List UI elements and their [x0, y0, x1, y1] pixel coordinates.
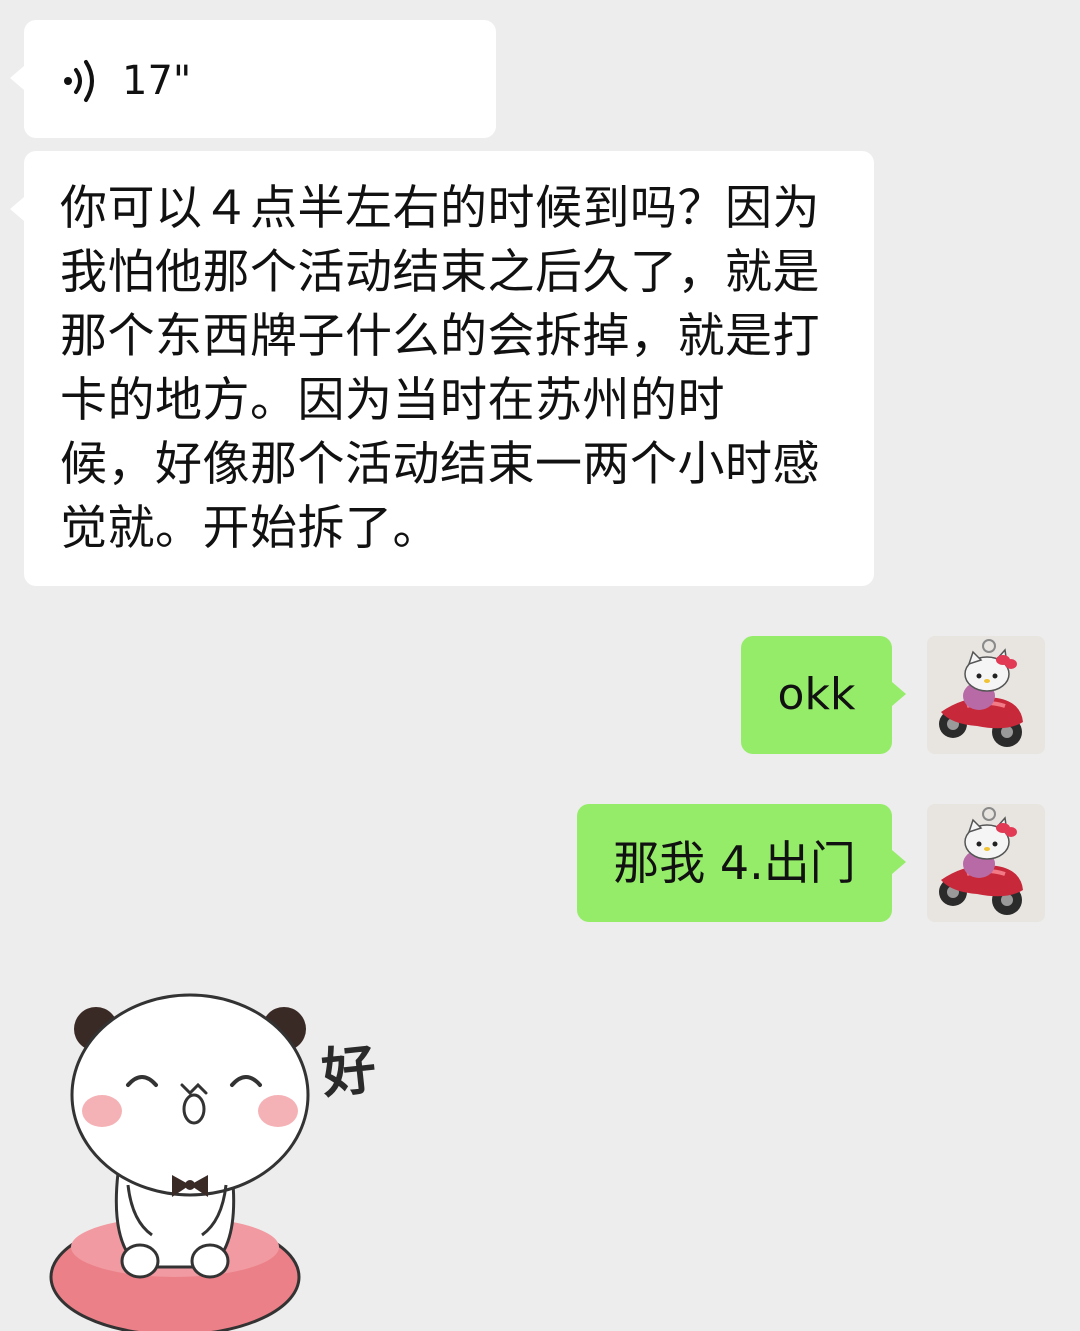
hello-kitty-avatar[interactable]	[927, 804, 1045, 922]
panda-sticker[interactable]	[40, 985, 400, 1331]
incoming-text-bubble[interactable]: 你可以４点半左右的时候到吗？因为 我怕他那个活动结束之后久了，就是 那个东西牌子…	[10, 151, 874, 586]
message-text: 那我 4.出门	[613, 836, 856, 890]
message-text: okk	[777, 669, 856, 720]
message-text: 你可以４点半左右的时候到吗？因为 我怕他那个活动结束之后久了，就是 那个东西牌子…	[60, 181, 820, 556]
sticker-caption: 好	[318, 1037, 380, 1106]
outgoing-text-bubble[interactable]: okk	[741, 636, 906, 754]
voice-wave-icon	[64, 60, 94, 102]
hello-kitty-avatar[interactable]	[927, 636, 1045, 754]
voice-duration: 17"	[122, 58, 192, 104]
outgoing-text-bubble[interactable]: 那我 4.出门	[577, 804, 906, 922]
